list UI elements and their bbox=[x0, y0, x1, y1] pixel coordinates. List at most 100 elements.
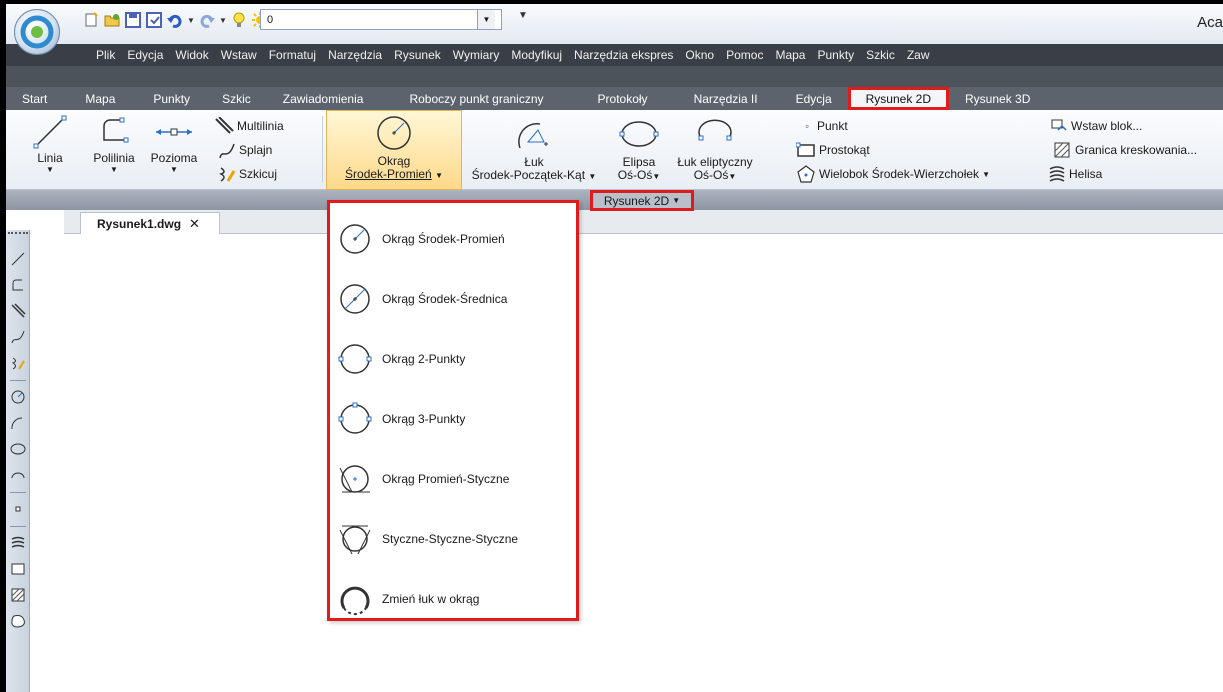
chevron-down-icon[interactable]: ▼ bbox=[672, 196, 680, 205]
tab-edycja[interactable]: Edycja bbox=[780, 87, 848, 110]
tab-zawiadomienia[interactable]: Zawiadomienia bbox=[267, 87, 380, 110]
tab-mapa[interactable]: Mapa bbox=[63, 87, 131, 110]
splajn-button[interactable]: Splajn bbox=[218, 140, 272, 160]
save-icon[interactable] bbox=[124, 11, 142, 29]
menu-mapa[interactable]: Mapa bbox=[769, 48, 811, 62]
dropdown-item-zmien-luk-w-okrag[interactable]: Zmień łuk w okrąg bbox=[336, 581, 572, 617]
customize-qat-icon[interactable]: ▼ bbox=[518, 10, 528, 21]
drawing-area[interactable] bbox=[6, 210, 1223, 692]
arc-icon[interactable] bbox=[9, 414, 27, 432]
helisa-button[interactable]: Helisa bbox=[1048, 164, 1102, 184]
dropdown-item-label: Okrąg 2-Punkty bbox=[382, 352, 466, 366]
circle-tan-tan-tan-icon bbox=[336, 521, 374, 557]
punkt-button[interactable]: ▫ Punkt bbox=[800, 116, 847, 136]
chevron-down-icon[interactable]: ▼ bbox=[477, 10, 495, 29]
ribbon-separator bbox=[322, 116, 323, 182]
tab-punkty[interactable]: Punkty bbox=[131, 87, 206, 110]
menu-zaw[interactable]: Zaw bbox=[901, 48, 936, 62]
tab-rysunek-3d[interactable]: Rysunek 3D bbox=[949, 87, 1046, 110]
menu-narzedzia[interactable]: Narzędzia bbox=[322, 48, 388, 62]
wielobok-button[interactable]: Wielobok Środek-Wierzchołek ▼ bbox=[796, 164, 990, 184]
menu-punkty[interactable]: Punkty bbox=[811, 48, 860, 62]
tab-narzedzia-ii[interactable]: Narzędzia II bbox=[672, 87, 780, 110]
multiline-icon[interactable] bbox=[9, 302, 27, 320]
toolbar-grip[interactable] bbox=[8, 232, 28, 236]
menu-narzedzia-ekspres[interactable]: Narzędzia ekspres bbox=[568, 48, 679, 62]
layer-select[interactable]: 0 ▼ bbox=[260, 9, 502, 30]
szkicuj-button[interactable]: Szkicuj bbox=[218, 164, 277, 184]
hatch-icon[interactable] bbox=[9, 586, 27, 604]
region-icon[interactable] bbox=[9, 612, 27, 630]
dropdown-item-okrag-2-punkty[interactable]: Okrąg 2-Punkty bbox=[336, 341, 572, 377]
tab-rysunek-2d[interactable]: Rysunek 2D bbox=[847, 87, 949, 110]
wstaw-blok-button[interactable]: Wstaw blok... bbox=[1050, 116, 1142, 136]
undo-icon[interactable] bbox=[166, 11, 184, 29]
polilinia-button[interactable]: Polilinia ▼ bbox=[86, 112, 142, 186]
spline-icon[interactable] bbox=[9, 328, 27, 346]
okrag-label-line2-wrap: Środek-Promień ▼ bbox=[345, 168, 443, 182]
menu-pomoc[interactable]: Pomoc bbox=[720, 48, 769, 62]
bulb-icon[interactable] bbox=[230, 11, 248, 29]
save-as-icon[interactable] bbox=[145, 11, 163, 29]
toolbar-separator bbox=[10, 526, 26, 527]
prostokat-button[interactable]: Prostokąt bbox=[796, 140, 870, 160]
panel-title-rysunek-2d[interactable]: Rysunek 2D ▼ bbox=[590, 190, 694, 211]
luk-button[interactable]: Łuk Środek-Początek-Kąt ▼ bbox=[464, 112, 604, 186]
menu-rysunek[interactable]: Rysunek bbox=[388, 48, 447, 62]
panel-title-label: Rysunek 2D bbox=[603, 193, 670, 208]
tab-start[interactable]: Start bbox=[6, 87, 63, 110]
redo-icon[interactable] bbox=[198, 11, 216, 29]
chevron-down-icon[interactable]: ▼ bbox=[728, 172, 736, 181]
open-icon[interactable] bbox=[103, 11, 121, 29]
tab-roboczy-punkt-graniczny[interactable]: Roboczy punkt graniczny bbox=[379, 87, 573, 110]
elipsa-button[interactable]: Elipsa Oś-Oś▼ bbox=[616, 112, 662, 186]
okrag-srodek-promien-button[interactable]: Okrąg Środek-Promień ▼ bbox=[326, 110, 462, 190]
line-icon[interactable] bbox=[9, 250, 27, 268]
close-icon[interactable]: ✕ bbox=[189, 216, 200, 232]
dropdown-item-okrag-srodek-srednica[interactable]: Okrąg Środek-Średnica bbox=[336, 281, 572, 317]
multilinia-button[interactable]: Multilinia bbox=[214, 116, 284, 136]
application-menu-button[interactable] bbox=[14, 9, 60, 55]
point-icon[interactable] bbox=[9, 500, 27, 518]
menu-szkic[interactable]: Szkic bbox=[860, 48, 901, 62]
linia-button[interactable]: Linia ▼ bbox=[30, 112, 70, 186]
menu-okno[interactable]: Okno bbox=[679, 48, 720, 62]
pozioma-button[interactable]: Pozioma ▼ bbox=[146, 112, 202, 186]
chevron-down-icon[interactable]: ▼ bbox=[982, 170, 990, 179]
chevron-down-icon[interactable]: ▼ bbox=[435, 171, 443, 180]
dropdown-item-label: Zmień łuk w okrąg bbox=[382, 592, 480, 606]
spline-icon bbox=[219, 143, 235, 159]
luk-eliptyczny-button[interactable]: Łuk eliptyczny Oś-Oś▼ bbox=[670, 112, 760, 186]
menu-wymiary[interactable]: Wymiary bbox=[447, 48, 506, 62]
undo-dropdown-icon[interactable]: ▼ bbox=[187, 16, 195, 25]
menu-wstaw[interactable]: Wstaw bbox=[215, 48, 263, 62]
new-icon[interactable] bbox=[82, 11, 100, 29]
document-tab[interactable]: Rysunek1.dwg ✕ bbox=[80, 212, 220, 234]
menu-widok[interactable]: Widok bbox=[169, 48, 214, 62]
helix-icon[interactable] bbox=[9, 534, 27, 552]
dropdown-item-okrag-3-punkty[interactable]: Okrąg 3-Punkty bbox=[336, 401, 572, 437]
menu-modyfikuj[interactable]: Modyfikuj bbox=[505, 48, 568, 62]
elipsa-label-line2-wrap: Oś-Oś▼ bbox=[618, 169, 661, 183]
redo-dropdown-icon[interactable]: ▼ bbox=[219, 16, 227, 25]
elliptical-arc-icon[interactable] bbox=[9, 466, 27, 484]
tab-szkic[interactable]: Szkic bbox=[206, 87, 267, 110]
menu-formatuj[interactable]: Formatuj bbox=[263, 48, 322, 62]
chevron-down-icon[interactable]: ▼ bbox=[110, 165, 118, 174]
polyline-icon[interactable] bbox=[9, 276, 27, 294]
chevron-down-icon[interactable]: ▼ bbox=[46, 165, 54, 174]
dropdown-item-styczne-styczne-styczne[interactable]: Styczne-Styczne-Styczne bbox=[336, 521, 572, 557]
dropdown-item-okrag-srodek-promien[interactable]: Okrąg Środek-Promień bbox=[336, 221, 572, 257]
sketch-icon[interactable] bbox=[9, 354, 27, 372]
chevron-down-icon[interactable]: ▼ bbox=[588, 172, 596, 181]
chevron-down-icon[interactable]: ▼ bbox=[652, 172, 660, 181]
circle-icon[interactable] bbox=[9, 388, 27, 406]
rectangle-icon[interactable] bbox=[9, 560, 27, 578]
tab-protokoly[interactable]: Protokoły bbox=[574, 87, 672, 110]
menu-plik[interactable]: Plik bbox=[90, 48, 121, 62]
ellipse-icon[interactable] bbox=[9, 440, 27, 458]
dropdown-item-okrag-promien-styczne[interactable]: Okrąg Promień-Styczne bbox=[336, 461, 572, 497]
granica-kreskowania-button[interactable]: Granica kreskowania... bbox=[1054, 140, 1197, 160]
chevron-down-icon[interactable]: ▼ bbox=[170, 165, 178, 174]
menu-edycja[interactable]: Edycja bbox=[121, 48, 169, 62]
